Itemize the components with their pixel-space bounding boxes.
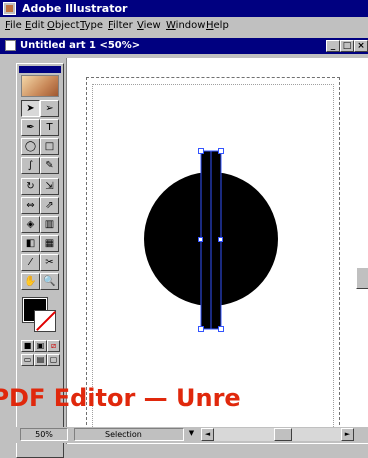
close-button[interactable]: × [354, 40, 368, 52]
standard-screen-mode-button[interactable]: ▭ [21, 354, 34, 366]
rotate-icon[interactable]: ↻ [21, 178, 40, 195]
horizontal-scroll-thumb[interactable] [274, 428, 292, 441]
gradient-icon[interactable]: ◧ [21, 235, 40, 252]
menu-type[interactable]: Type [80, 20, 103, 32]
pen-icon[interactable]: ✒ [21, 119, 40, 136]
app-title: Adobe Illustrator [22, 2, 128, 15]
status-bar: 50% Selection ▼ ◄ ► [0, 427, 368, 443]
scroll-right-button[interactable]: ► [341, 428, 354, 441]
menu-help[interactable]: Help [206, 20, 229, 32]
gradient-mode-button[interactable]: ▣ [34, 340, 47, 352]
stroke-swatch[interactable] [34, 310, 56, 332]
document-title: Untitled art 1 <50%> [20, 40, 141, 51]
color-mode-button[interactable]: ■ [21, 340, 34, 352]
watermark-overlay: n PDF Editor — Unre [0, 383, 368, 413]
scroll-left-button[interactable]: ◄ [201, 428, 214, 441]
zoom-icon[interactable]: 🔍 [40, 273, 59, 290]
selection-arrow-icon[interactable]: ➤ [21, 100, 40, 117]
reflect-icon[interactable]: ⇔ [21, 197, 40, 214]
zoom-level[interactable]: 50% [20, 428, 68, 441]
toolbox-titlebar[interactable] [19, 66, 61, 73]
document-titlebar[interactable]: Untitled art 1 <50%> _ □ × [0, 38, 368, 54]
full-screen-mode-button[interactable]: ▢ [47, 354, 60, 366]
paintbrush-icon[interactable]: ∫ [21, 157, 40, 174]
horizontal-scroll-track[interactable] [214, 428, 341, 441]
document-icon[interactable] [5, 40, 16, 51]
menu-view[interactable]: View [137, 20, 161, 32]
restore-button[interactable]: □ [340, 40, 354, 52]
pencil-icon[interactable]: ✎ [40, 157, 59, 174]
blend-icon[interactable]: ◈ [21, 216, 40, 233]
menu-bar: File Edit Object Type Filter View Window… [0, 17, 368, 35]
rectangle-icon[interactable]: □ [40, 138, 59, 155]
app-titlebar: Adobe Illustrator [0, 0, 368, 17]
ellipse-icon[interactable]: ◯ [21, 138, 40, 155]
minimize-button[interactable]: _ [326, 40, 340, 52]
hand-icon[interactable]: ✋ [21, 273, 40, 290]
type-icon[interactable]: T [40, 119, 59, 136]
current-tool-display[interactable]: Selection [74, 428, 184, 441]
menu-object[interactable]: Object [47, 20, 80, 32]
gradient-mesh-icon[interactable]: ▦ [40, 235, 59, 252]
menu-filter[interactable]: Filter [108, 20, 133, 32]
direct-selection-icon[interactable]: ➢ [40, 100, 59, 117]
eyedropper-icon[interactable]: ⁄ [21, 254, 40, 271]
none-mode-button[interactable]: ⧄ [47, 340, 60, 352]
menu-edit[interactable]: Edit [25, 20, 44, 32]
full-screen-menu-mode-button[interactable]: ▤ [34, 354, 47, 366]
menu-file[interactable]: File [5, 20, 22, 32]
shear-icon[interactable]: ⇗ [40, 197, 59, 214]
menu-window[interactable]: Window [166, 20, 205, 32]
adobe-illustrator-logo[interactable] [21, 75, 59, 97]
scale-icon[interactable]: ⇲ [40, 178, 59, 195]
graph-icon[interactable]: ▥ [40, 216, 59, 233]
tool-dropdown-arrow[interactable]: ▼ [185, 428, 198, 441]
watermark-text: n PDF Editor — Unre [0, 384, 241, 412]
vertical-scroll-thumb[interactable] [356, 267, 368, 289]
scissors-icon[interactable]: ✂ [40, 254, 59, 271]
fill-stroke-widget [22, 297, 59, 334]
app-icon[interactable] [3, 2, 16, 15]
